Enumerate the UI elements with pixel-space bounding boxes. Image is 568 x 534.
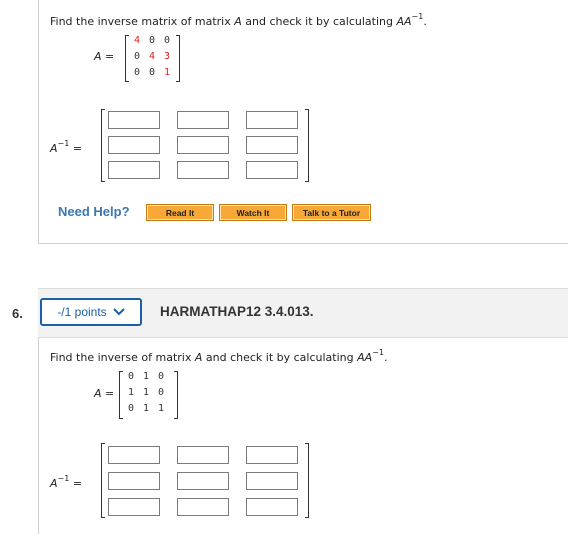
chevron-down-icon: [112, 305, 125, 319]
q6-inverse-bracket-left: [101, 443, 105, 518]
q5-inverse-label: A−1 =: [50, 139, 83, 155]
points-dropdown[interactable]: -/1 points: [40, 298, 142, 326]
inverse-entry-input[interactable]: [177, 111, 229, 129]
need-help-label: Need Help?: [58, 204, 130, 219]
matrix-entry: 0: [157, 387, 165, 398]
q5-inverse-bracket-right: [305, 109, 309, 182]
q6-inverse-bracket-right: [305, 443, 309, 518]
q6-inverse-label: A−1 =: [50, 474, 83, 490]
matrix-entry: 0: [157, 371, 165, 382]
inverse-entry-input[interactable]: [177, 136, 229, 154]
inverse-entry-input[interactable]: [177, 161, 229, 179]
read-it-button[interactable]: Read It: [146, 204, 214, 221]
question-number: 6.: [12, 306, 23, 321]
inverse-entry-input[interactable]: [246, 111, 298, 129]
inverse-entry-input[interactable]: [108, 161, 160, 179]
inverse-entry-input[interactable]: [246, 498, 298, 516]
question-6-header: -/1 points HARMATHAP12 3.4.013.: [38, 288, 568, 338]
talk-to-tutor-button[interactable]: Talk to a Tutor: [292, 204, 371, 221]
matrix-entry: 1: [157, 403, 165, 414]
inverse-entry-input[interactable]: [246, 161, 298, 179]
inverse-entry-input[interactable]: [108, 446, 160, 464]
inverse-entry-input[interactable]: [177, 472, 229, 490]
points-label: -/1 points: [57, 305, 107, 319]
inverse-entry-input[interactable]: [108, 111, 160, 129]
inverse-entry-input[interactable]: [177, 446, 229, 464]
q6-matrix-label: A =: [94, 387, 115, 400]
q5-matrix-label: A =: [94, 50, 115, 63]
matrix-entry: 0: [163, 35, 171, 46]
q5-prompt: Find the inverse matrix of matrix A and …: [50, 12, 427, 28]
inverse-entry-input[interactable]: [246, 136, 298, 154]
inverse-entry-input[interactable]: [108, 498, 160, 516]
inverse-entry-input[interactable]: [108, 472, 160, 490]
question-code: HARMATHAP12 3.4.013.: [160, 304, 314, 319]
q6-matrix-bracket-right: [174, 371, 178, 419]
inverse-entry-input[interactable]: [246, 472, 298, 490]
q6-prompt: Find the inverse of matrix A and check i…: [50, 348, 388, 364]
inverse-entry-input[interactable]: [246, 446, 298, 464]
q5-inverse-bracket-left: [101, 109, 105, 182]
matrix-entry: 3: [163, 51, 171, 62]
inverse-entry-input[interactable]: [177, 498, 229, 516]
inverse-entry-input[interactable]: [108, 136, 160, 154]
watch-it-button[interactable]: Watch It: [219, 204, 287, 221]
matrix-entry: 1: [163, 67, 171, 78]
